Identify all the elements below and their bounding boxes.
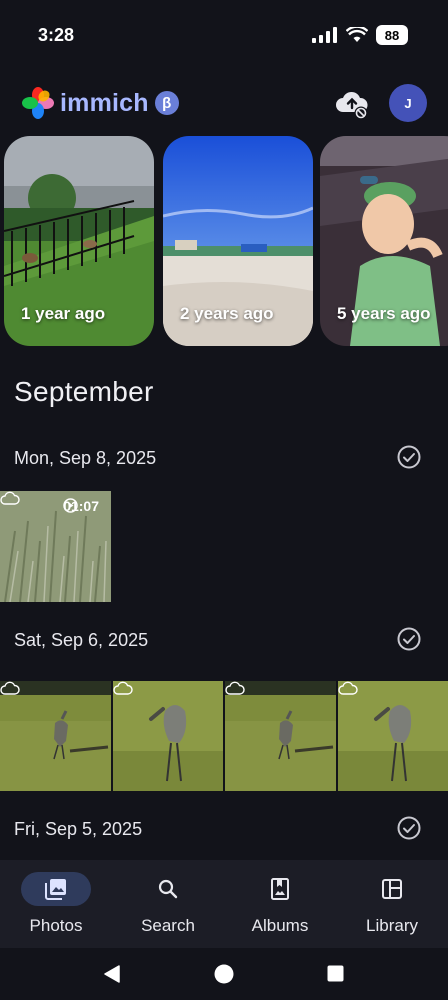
status-time: 3:28 — [38, 25, 75, 45]
cloud-icon — [338, 681, 358, 695]
memory-label: 1 year ago — [21, 304, 106, 323]
system-navigation-bar — [0, 948, 448, 1000]
signal-icon — [312, 27, 337, 43]
asset-thumbnail[interactable] — [225, 681, 336, 791]
battery-indicator: 88 — [376, 25, 408, 45]
nav-albums[interactable]: Albums — [224, 872, 336, 942]
asset-image — [225, 681, 336, 791]
date-label: Fri, Sep 5, 2025 — [14, 819, 143, 839]
cloud-icon — [0, 491, 20, 505]
date-group-header: Sat, Sep 6, 2025 — [0, 622, 448, 662]
status-bar: 3:28 88 — [0, 0, 448, 70]
video-duration: 01:07 — [63, 498, 99, 514]
app-header: immich β J — [0, 72, 448, 134]
photos-icon — [45, 879, 66, 900]
nav-library-pill — [357, 872, 427, 906]
date-group-header: Mon, Sep 8, 2025 — [0, 440, 448, 480]
beta-badge: β — [154, 91, 179, 115]
bottom-navigation: Photos Search Albums Library — [0, 860, 448, 948]
home-icon[interactable] — [214, 964, 234, 984]
memory-label: 2 years ago — [180, 304, 274, 323]
memory-label: 5 years ago — [337, 304, 431, 323]
cloud-icon — [0, 681, 20, 695]
date-label: Sat, Sep 6, 2025 — [14, 630, 149, 650]
cloud-icon — [113, 681, 133, 695]
status-icons: 88 — [312, 25, 408, 45]
play-icon — [63, 498, 78, 513]
select-group-check-icon[interactable] — [397, 816, 421, 840]
cloud-backup-icon[interactable] — [334, 86, 370, 122]
nav-search[interactable]: Search — [112, 872, 224, 942]
asset-thumbnail[interactable] — [0, 681, 111, 791]
select-group-check-icon[interactable] — [397, 445, 421, 469]
nav-photos[interactable]: Photos — [0, 872, 112, 942]
nav-search-pill — [133, 872, 203, 906]
nav-albums-pill — [245, 872, 315, 906]
user-avatar[interactable]: J — [389, 84, 427, 122]
back-icon[interactable] — [103, 965, 121, 983]
asset-thumbnail[interactable] — [338, 681, 448, 791]
memory-card[interactable]: 5 years ago — [320, 136, 448, 346]
immich-logo-icon — [22, 87, 54, 119]
date-group-header: Fri, Sep 5, 2025 — [0, 811, 448, 851]
search-icon — [158, 879, 178, 899]
memory-card[interactable]: 1 year ago — [4, 136, 154, 346]
nav-label: Albums — [251, 916, 309, 935]
memory-card[interactable]: 2 years ago — [163, 136, 313, 346]
app-name: immich — [60, 88, 149, 117]
nav-label: Library — [366, 916, 418, 935]
asset-image — [338, 681, 448, 791]
date-label: Mon, Sep 8, 2025 — [14, 448, 157, 468]
select-group-check-icon[interactable] — [397, 627, 421, 651]
nav-label: Search — [141, 916, 195, 935]
month-header: September — [14, 376, 154, 407]
asset-thumbnail[interactable] — [113, 681, 223, 791]
nav-library[interactable]: Library — [336, 872, 448, 942]
cloud-icon — [225, 681, 245, 695]
nav-label: Photos — [29, 916, 83, 935]
library-icon — [382, 879, 402, 899]
recents-icon[interactable] — [327, 965, 344, 982]
asset-image — [0, 681, 111, 791]
albums-icon — [271, 878, 289, 900]
wifi-icon — [346, 27, 368, 42]
asset-image — [113, 681, 223, 791]
nav-photos-pill — [21, 872, 91, 906]
memories-carousel[interactable]: 1 year ago 2 years ago 5 years ago — [0, 136, 448, 348]
app-logo: immich β — [22, 87, 179, 119]
asset-thumbnail[interactable]: 01:07 — [0, 491, 111, 602]
